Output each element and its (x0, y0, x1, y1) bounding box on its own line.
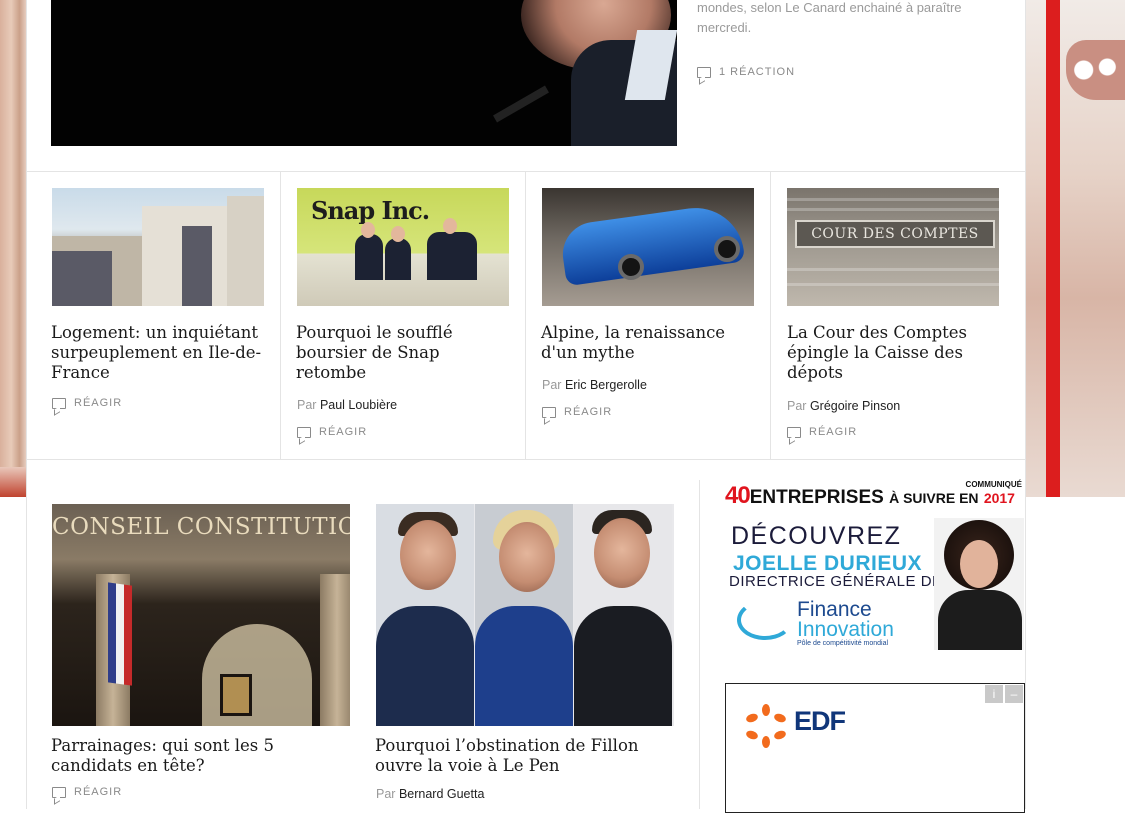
article-thumbnail-logement[interactable] (52, 188, 264, 306)
divider (699, 480, 700, 809)
article-thumbnail-cour-des-comptes[interactable]: COUR DES COMPTES (787, 188, 999, 306)
article-byline-snap: Par Paul Loubière (297, 398, 397, 412)
divider (280, 172, 281, 459)
article-react-link-snap[interactable]: RÉAGIR (297, 426, 367, 438)
article-title-logement[interactable]: Logement: un inquiétant surpeuplement en… (51, 323, 266, 383)
ad-brand-line2: Innovation (797, 618, 894, 641)
react-label: RÉAGIR (809, 426, 858, 438)
article-title-alpine[interactable]: Alpine, la renaissance d'un mythe (541, 323, 756, 363)
finance-innovation-logo-icon (737, 600, 793, 640)
feature-react-link-parrainages[interactable]: RÉAGIR (52, 786, 122, 798)
react-label: RÉAGIR (564, 406, 613, 418)
ad-person-role: DIRECTRICE GÉNÉRALE DE (729, 573, 943, 590)
page-background-left (0, 0, 28, 497)
article-author-snap[interactable]: Paul Loubière (320, 398, 397, 412)
hero-reactions-label: 1 RÉACTION (719, 66, 796, 78)
feature-byline-fillon: Par Bernard Guetta (376, 787, 484, 801)
minimize-icon[interactable]: – (1005, 685, 1023, 703)
feature-image-candidates[interactable] (376, 504, 674, 726)
feature-title-fillon[interactable]: Pourquoi l’obstination de Fillon ouvre l… (375, 736, 680, 776)
article-react-link-alpine[interactable]: RÉAGIR (542, 406, 612, 418)
conseil-sign-text: CONSEIL CONSTITUTION (52, 514, 350, 540)
react-label: RÉAGIR (74, 786, 123, 798)
feature-title-parrainages[interactable]: Parrainages: qui sont les 5 candidats en… (51, 736, 351, 776)
ad-communique-label: COMMUNIQUÉ (965, 480, 1022, 489)
hero-reactions-link[interactable]: 1 RÉACTION (697, 66, 795, 78)
comment-icon (697, 66, 711, 78)
page-background-image (1066, 40, 1125, 100)
article-title-cour-des-comptes[interactable]: La Cour des Comptes épingle la Caisse de… (787, 323, 1002, 383)
article-author-cour-des-comptes[interactable]: Grégoire Pinson (810, 399, 900, 413)
cour-plaque-text: COUR DES COMPTES (795, 220, 995, 248)
hero-image[interactable] (51, 0, 677, 146)
article-byline-cour-des-comptes: Par Grégoire Pinson (787, 399, 900, 413)
info-icon[interactable]: i (985, 685, 1003, 703)
react-label: RÉAGIR (319, 426, 368, 438)
ad-discover: DÉCOUVREZ (731, 522, 902, 550)
ad-word: ENTREPRISES (749, 487, 884, 508)
comment-icon (542, 406, 556, 418)
page-background-red-stripe (1046, 0, 1060, 497)
byline-prefix: Par (542, 378, 562, 392)
divider (525, 172, 526, 459)
edf-logo-text: EDF (794, 706, 846, 736)
hero-excerpt: mondes, selon Le Canard enchainé à paraî… (697, 0, 962, 35)
snap-logo-text: Snap Inc. (311, 196, 430, 225)
react-label: RÉAGIR (74, 397, 123, 409)
feature-image-parrainages[interactable]: CONSEIL CONSTITUTION (52, 504, 350, 726)
article-react-link-logement[interactable]: RÉAGIR (52, 397, 122, 409)
byline-prefix: Par (297, 398, 317, 412)
feature-author-fillon[interactable]: Bernard Guetta (399, 787, 484, 801)
article-react-link-cour-des-comptes[interactable]: RÉAGIR (787, 426, 857, 438)
comment-icon (52, 786, 66, 798)
edf-logo-icon (746, 704, 786, 748)
divider (770, 172, 771, 459)
byline-prefix: Par (376, 787, 396, 801)
comment-icon (297, 426, 311, 438)
article-thumbnail-alpine[interactable] (542, 188, 754, 306)
ad-portrait (934, 518, 1024, 650)
article-thumbnail-snap[interactable]: Snap Inc. (297, 188, 509, 306)
divider (27, 171, 1025, 172)
article-author-alpine[interactable]: Eric Bergerolle (565, 378, 647, 392)
article-byline-alpine: Par Eric Bergerolle (542, 378, 647, 392)
advertisement-finance-innovation[interactable]: 40ENTREPRISES À SUIVRE EN 2017 COMMUNIQU… (725, 480, 1025, 652)
ad-year: 2017 (983, 490, 1015, 506)
byline-prefix: Par (787, 399, 807, 413)
divider (27, 459, 1025, 460)
ad-brand-tagline: Pôle de compétitivité mondial (797, 640, 889, 647)
article-title-snap[interactable]: Pourquoi le soufflé boursier de Snap ret… (296, 323, 511, 383)
comment-icon (787, 426, 801, 438)
ad-number: 40 (725, 482, 751, 509)
ad-suffix: À SUIVRE EN (889, 490, 979, 506)
comment-icon (52, 397, 66, 409)
advertisement-edf[interactable]: i – EDF (725, 683, 1025, 813)
